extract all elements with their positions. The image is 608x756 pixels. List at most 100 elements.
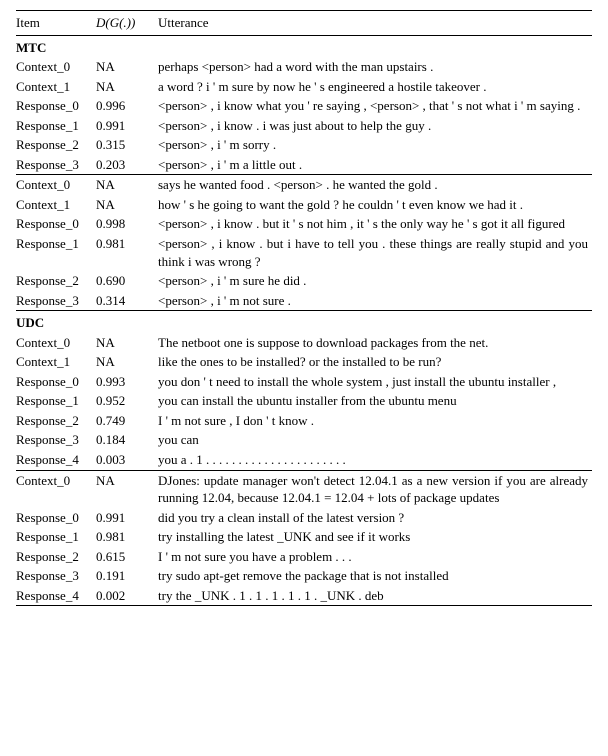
item-label: Response_2 <box>16 135 96 155</box>
utterance-text: says he wanted food . <person> . he want… <box>158 175 592 195</box>
table-row: Context_0NAThe netboot one is suppose to… <box>16 333 592 353</box>
table-row: Response_10.981try installing the latest… <box>16 527 592 547</box>
table-row: Context_0NADJones: update manager won't … <box>16 470 592 508</box>
utterance-text: a word ? i ' m sure by now he ' s engine… <box>158 77 592 97</box>
table-row: Response_20.690<person> , i ' m sure he … <box>16 271 592 291</box>
score-value: 0.203 <box>96 155 158 175</box>
utterance-text: <person> , i know . i was just about to … <box>158 116 592 136</box>
utterance-text: I ' m not sure you have a problem . . . <box>158 547 592 567</box>
table-row: Context_0NAsays he wanted food . <person… <box>16 175 592 195</box>
item-label: Context_1 <box>16 352 96 372</box>
table-row: Response_20.315<person> , i ' m sorry . <box>16 135 592 155</box>
item-label: Response_4 <box>16 586 96 606</box>
item-label: Response_0 <box>16 96 96 116</box>
item-label: Response_3 <box>16 430 96 450</box>
table-row: Response_30.191try sudo apt-get remove t… <box>16 566 592 586</box>
utterance-text: try the _UNK . 1 . 1 . 1 . 1 . 1 . _UNK … <box>158 586 592 606</box>
score-value: 0.996 <box>96 96 158 116</box>
score-value: 0.315 <box>96 135 158 155</box>
utterance-text: <person> , i ' m a little out . <box>158 155 592 175</box>
score-value: 0.749 <box>96 411 158 431</box>
score-value: 0.002 <box>96 586 158 606</box>
item-label: Response_1 <box>16 527 96 547</box>
table-row: Context_0NAperhaps <person> had a word w… <box>16 57 592 77</box>
col-score-header: D(G(.)) <box>96 11 158 36</box>
item-label: Context_0 <box>16 57 96 77</box>
section-udc-label: UDC <box>16 311 592 333</box>
score-value: NA <box>96 57 158 77</box>
score-value: 0.993 <box>96 372 158 392</box>
item-label: Context_0 <box>16 333 96 353</box>
item-label: Response_3 <box>16 155 96 175</box>
utterance-text: The netboot one is suppose to download p… <box>158 333 592 353</box>
table-row: Response_40.003you a . 1 . . . . . . . .… <box>16 450 592 470</box>
item-label: Response_1 <box>16 391 96 411</box>
table-row: Response_00.998<person> , i know . but i… <box>16 214 592 234</box>
table-row: Response_30.184you can <box>16 430 592 450</box>
utterance-text: <person> , i ' m not sure . <box>158 291 592 311</box>
table-row: Response_10.991<person> , i know . i was… <box>16 116 592 136</box>
score-value: 0.191 <box>96 566 158 586</box>
table-row: Context_1NAhow ' s he going to want the … <box>16 195 592 215</box>
score-value: 0.314 <box>96 291 158 311</box>
score-value: 0.981 <box>96 234 158 271</box>
utterance-text: <person> , i know . but i have to tell y… <box>158 234 592 271</box>
score-value: 0.998 <box>96 214 158 234</box>
score-formula: D(G(.)) <box>96 15 135 30</box>
table-row: Response_10.981<person> , i know . but i… <box>16 234 592 271</box>
item-label: Response_1 <box>16 116 96 136</box>
utterance-text: you can install the ubuntu installer fro… <box>158 391 592 411</box>
utterance-text: <person> , i know . but it ' s not him ,… <box>158 214 592 234</box>
col-item-header: Item <box>16 11 96 36</box>
score-value: NA <box>96 77 158 97</box>
table-row: Context_1NAlike the ones to be installed… <box>16 352 592 372</box>
col-utt-header: Utterance <box>158 11 592 36</box>
score-value: NA <box>96 352 158 372</box>
score-value: 0.615 <box>96 547 158 567</box>
item-label: Response_1 <box>16 234 96 271</box>
score-value: 0.690 <box>96 271 158 291</box>
score-value: 0.952 <box>96 391 158 411</box>
table-row: Response_40.002try the _UNK . 1 . 1 . 1 … <box>16 586 592 606</box>
utterance-text: <person> , i know what you ' re saying ,… <box>158 96 592 116</box>
section-mtc-label: MTC <box>16 35 592 57</box>
table-row: Context_1NAa word ? i ' m sure by now he… <box>16 77 592 97</box>
utterance-text: I ' m not sure , I don ' t know . <box>158 411 592 431</box>
item-label: Response_2 <box>16 547 96 567</box>
table-row: Response_20.615I ' m not sure you have a… <box>16 547 592 567</box>
utterance-text: how ' s he going to want the gold ? he c… <box>158 195 592 215</box>
table-row: Response_00.996<person> , i know what yo… <box>16 96 592 116</box>
score-value: NA <box>96 175 158 195</box>
utterance-text: try installing the latest _UNK and see i… <box>158 527 592 547</box>
item-label: Response_3 <box>16 291 96 311</box>
table-row: Response_30.314<person> , i ' m not sure… <box>16 291 592 311</box>
item-label: Response_0 <box>16 508 96 528</box>
section-mtc: MTC <box>16 35 592 57</box>
utterance-text: <person> , i ' m sure he did . <box>158 271 592 291</box>
utterance-text: you a . 1 . . . . . . . . . . . . . . . … <box>158 450 592 470</box>
item-label: Context_0 <box>16 175 96 195</box>
utterance-text: <person> , i ' m sorry . <box>158 135 592 155</box>
item-label: Response_0 <box>16 214 96 234</box>
score-value: 0.981 <box>96 527 158 547</box>
score-value: 0.184 <box>96 430 158 450</box>
utterance-text: you can <box>158 430 592 450</box>
item-label: Response_0 <box>16 372 96 392</box>
score-value: 0.991 <box>96 116 158 136</box>
table-row: Response_20.749I ' m not sure , I don ' … <box>16 411 592 431</box>
results-table: Item D(G(.)) Utterance MTC Context_0NApe… <box>16 10 592 608</box>
table-bottom-rule <box>16 606 592 609</box>
utterance-text: perhaps <person> had a word with the man… <box>158 57 592 77</box>
utterance-text: try sudo apt-get remove the package that… <box>158 566 592 586</box>
score-value: NA <box>96 195 158 215</box>
table-row: Response_00.991did you try a clean insta… <box>16 508 592 528</box>
header-row: Item D(G(.)) Utterance <box>16 11 592 36</box>
section-udc: UDC <box>16 311 592 333</box>
item-label: Context_1 <box>16 195 96 215</box>
score-value: NA <box>96 333 158 353</box>
table-row: Response_10.952you can install the ubunt… <box>16 391 592 411</box>
utterance-text: like the ones to be installed? or the in… <box>158 352 592 372</box>
table-row: Response_30.203<person> , i ' m a little… <box>16 155 592 175</box>
score-value: 0.003 <box>96 450 158 470</box>
item-label: Response_4 <box>16 450 96 470</box>
